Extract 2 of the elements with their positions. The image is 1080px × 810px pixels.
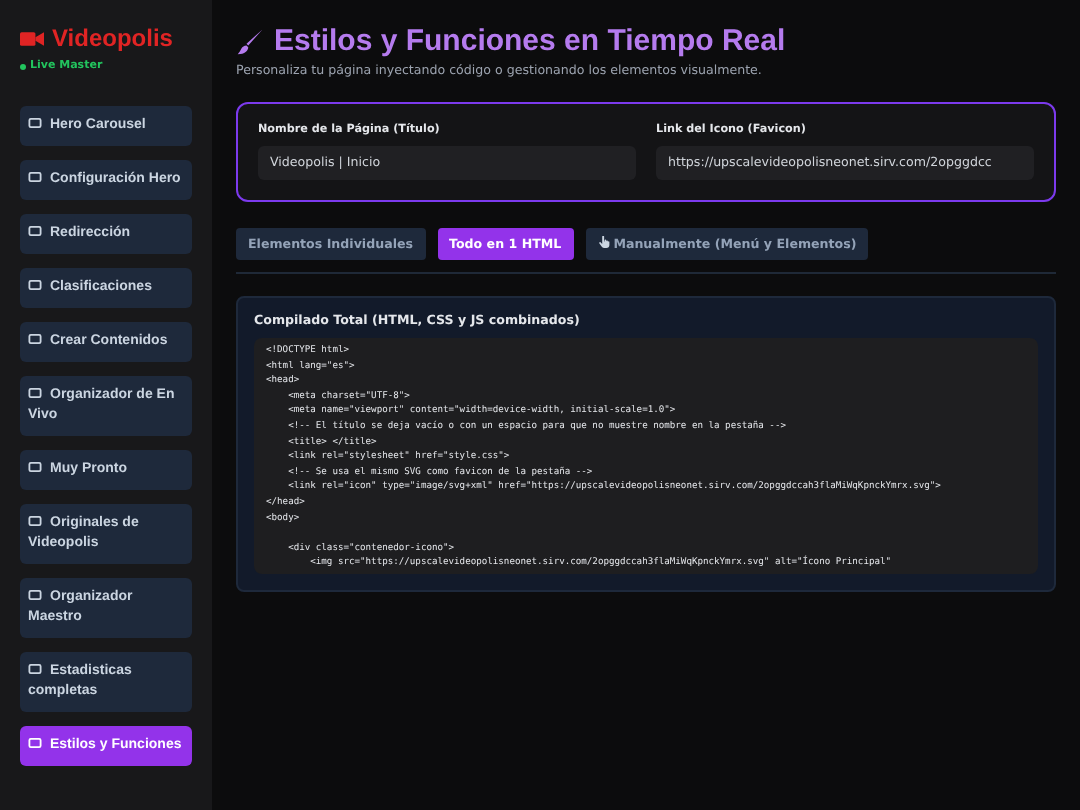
page-title: Estilos y Funciones en Tiempo Real [274, 24, 786, 58]
brand-name: Videopolis [52, 24, 173, 52]
